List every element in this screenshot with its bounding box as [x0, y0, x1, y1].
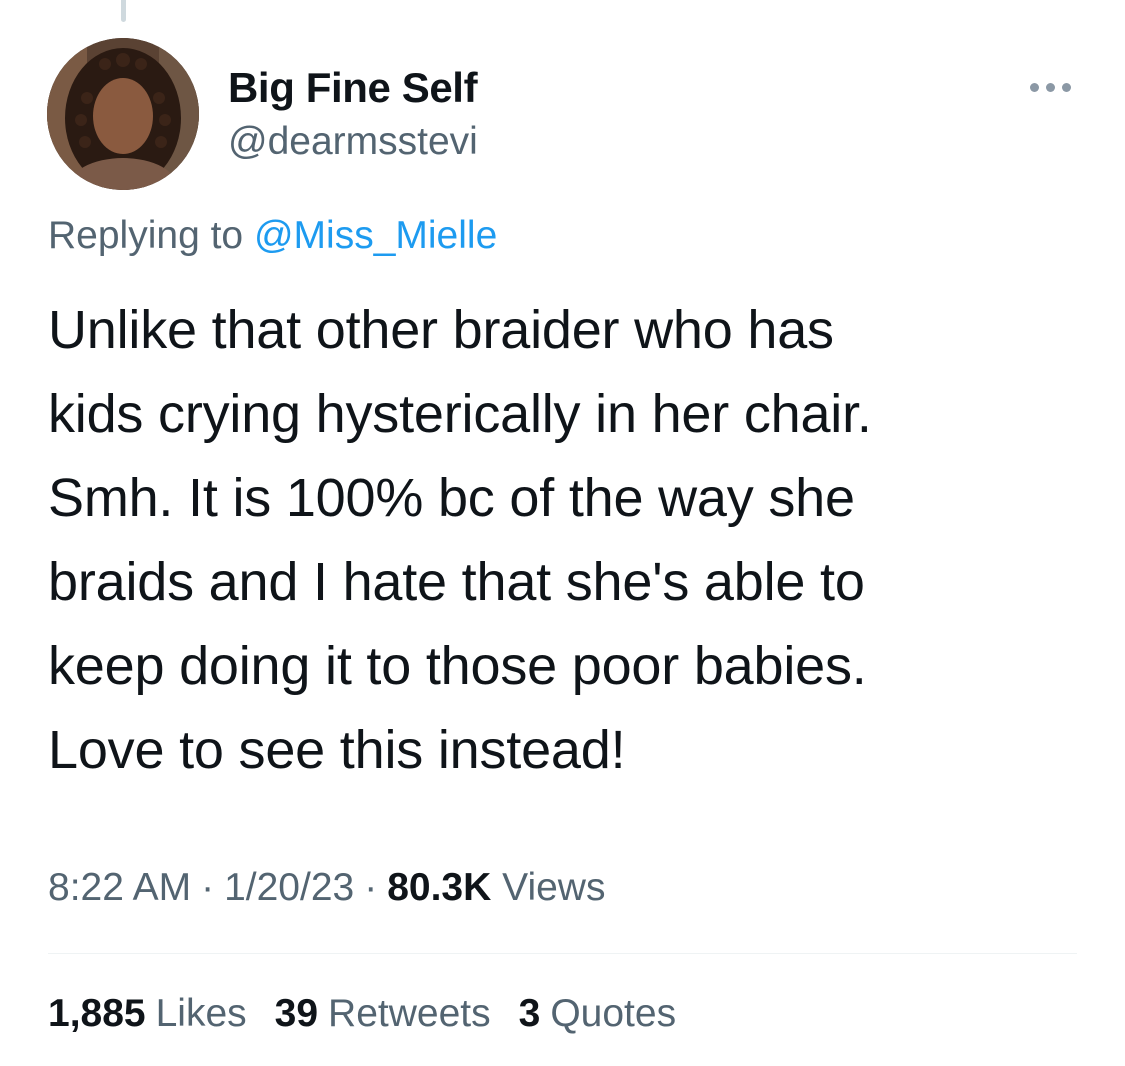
avatar-image [47, 38, 199, 190]
views-count: 80.3K [387, 866, 492, 909]
more-horizontal-icon-dot [1061, 82, 1071, 92]
reply-mention-link[interactable]: @Miss_Mielle [254, 214, 497, 257]
more-options-button[interactable] [1022, 72, 1078, 102]
retweets-count: 39 [274, 992, 319, 1035]
quotes-label: Quotes [550, 992, 677, 1035]
views-label: Views [502, 866, 606, 909]
engagement-stats: 1,885 Likes 39 Retweets 3 Quotes [48, 992, 676, 1036]
likes-label: Likes [155, 992, 247, 1035]
more-horizontal-icon-dot [1045, 82, 1055, 92]
author-handle[interactable]: @dearmsstevi [228, 120, 478, 164]
avatar[interactable] [47, 38, 199, 190]
quotes-count: 3 [518, 992, 541, 1035]
tweet-date[interactable]: 1/20/23 [224, 866, 354, 909]
retweets-stat[interactable]: 39 Retweets [275, 992, 491, 1036]
reply-context: Replying to @Miss_Mielle [48, 214, 497, 258]
likes-stat[interactable]: 1,885 Likes [48, 992, 247, 1036]
retweets-label: Retweets [328, 992, 491, 1035]
meta-separator: · [201, 866, 215, 909]
tweet-time[interactable]: 8:22 AM [48, 866, 191, 909]
reply-prefix: Replying to [48, 214, 244, 257]
likes-count: 1,885 [48, 992, 146, 1035]
tweet-detail: Big Fine Self @dearmsstevi Replying to @… [0, 0, 1125, 1066]
tweet-text: Unlike that other braider who has kids c… [48, 300, 872, 780]
tweet-meta: 8:22 AM · 1/20/23 · 80.3K Views [48, 866, 605, 910]
thread-connector-line [121, 0, 126, 22]
divider [48, 953, 1077, 954]
meta-separator: · [364, 866, 378, 909]
quotes-stat[interactable]: 3 Quotes [519, 992, 676, 1036]
author-display-name[interactable]: Big Fine Self [228, 64, 478, 112]
more-horizontal-icon [1029, 82, 1039, 92]
